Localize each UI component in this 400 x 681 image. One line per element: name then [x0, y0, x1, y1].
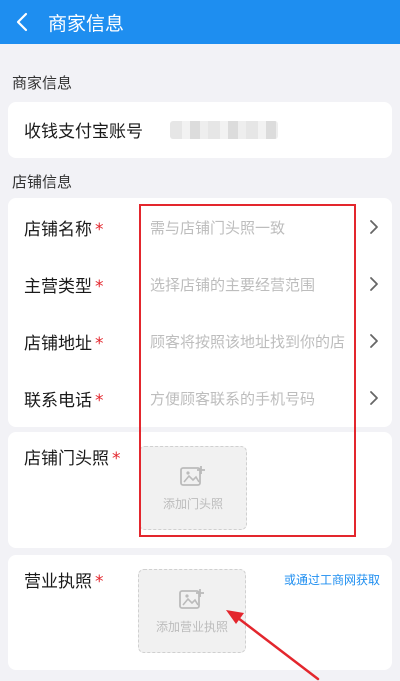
highlight-box-annotation: [139, 204, 356, 537]
chevron-right-icon: [370, 334, 378, 348]
license-upload-label: 添加营业执照: [155, 619, 228, 634]
required-mark: *: [95, 391, 104, 411]
contact-phone-label: 联系电话 *: [24, 391, 104, 411]
add-image-icon: [179, 588, 204, 609]
section-title-store: 店铺信息: [12, 173, 73, 191]
storefront-photo-label: 店铺门头照 *: [24, 449, 121, 469]
store-address-label: 店铺地址 *: [24, 334, 104, 354]
store-name-label: 店铺名称 *: [24, 220, 104, 240]
alipay-account-value: [170, 121, 278, 139]
main-category-label: 主营类型 *: [24, 277, 104, 297]
chevron-right-icon: [370, 391, 378, 405]
chevron-left-icon: [16, 12, 28, 32]
required-mark: *: [112, 449, 121, 469]
required-mark: *: [95, 572, 104, 592]
business-license-card: 营业执照 * 或通过工商网获取 添加营业执照: [8, 555, 392, 670]
chevron-right-icon: [370, 220, 378, 234]
alipay-account-label: 收钱支付宝账号: [24, 122, 143, 142]
page-title: 商家信息: [48, 12, 125, 35]
required-mark: *: [95, 334, 104, 354]
business-license-upload[interactable]: 添加营业执照: [138, 569, 246, 653]
required-mark: *: [95, 277, 104, 297]
required-mark: *: [95, 220, 104, 240]
navbar: 商家信息: [0, 0, 400, 44]
alipay-account-row[interactable]: 收钱支付宝账号: [8, 102, 392, 158]
section-title-merchant: 商家信息: [12, 74, 73, 92]
get-from-business-registry-link[interactable]: 或通过工商网获取: [284, 571, 380, 588]
business-license-label: 营业执照 *: [24, 572, 104, 592]
chevron-right-icon: [370, 277, 378, 291]
back-button[interactable]: [2, 0, 42, 44]
